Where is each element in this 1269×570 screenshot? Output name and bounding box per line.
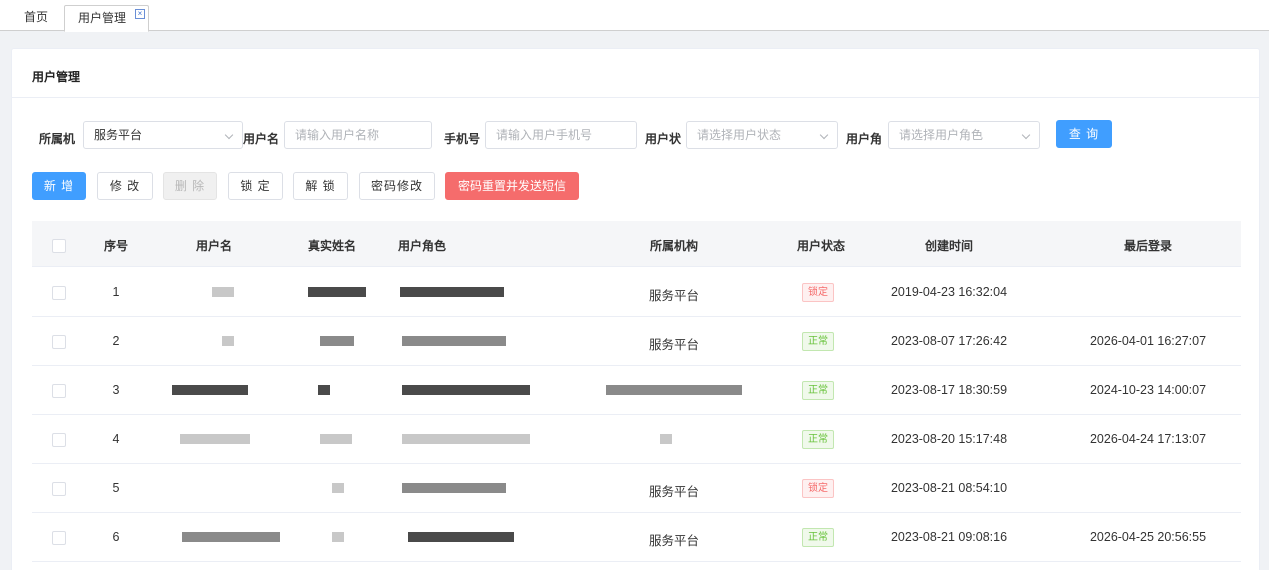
col-index: 序号 [103, 239, 129, 253]
col-lastlogin: 最后登录 [1123, 239, 1173, 253]
phone-input[interactable]: 请输入用户手机号 [485, 121, 637, 149]
role-select-placeholder: 请选择用户角色 [899, 128, 984, 142]
cell-created: 2023-08-07 17:26:42 [890, 334, 1008, 348]
cell-index: 4 [112, 432, 120, 446]
cell-lastlogin: 2026-04-25 20:56:55 [1089, 530, 1207, 544]
col-org: 所属机构 [649, 239, 699, 253]
redacted-role [408, 532, 514, 542]
status-badge: 正常 [802, 381, 834, 400]
org-select-value: 服务平台 [94, 128, 143, 142]
edit-button[interactable]: 修 改 [97, 172, 153, 200]
redacted-realname [320, 336, 354, 346]
cell-org: 服务平台 [648, 338, 700, 352]
status-label: 用户状 [645, 132, 682, 146]
cell-created: 2019-04-23 16:32:04 [890, 285, 1008, 299]
tab-label: 用户管理 [78, 11, 127, 25]
table-row[interactable]: 6 服务平台 正常 2023-08-21 09:08:16 2026-04-25… [32, 513, 1241, 562]
table-row[interactable]: 3 正常 2023-08-17 18:30:59 2024-10-23 14:0… [32, 366, 1241, 415]
table-row[interactable]: 5 服务平台 锁定 2023-08-21 08:54:10 [32, 464, 1241, 513]
col-status: 用户状态 [796, 239, 846, 253]
redacted-username [172, 385, 248, 395]
row-checkbox[interactable] [52, 531, 66, 545]
org-select[interactable]: 服务平台 [83, 121, 243, 149]
role-select[interactable]: 请选择用户角色 [888, 121, 1040, 149]
col-created: 创建时间 [924, 239, 974, 253]
status-badge: 正常 [802, 430, 834, 449]
redacted-realname [318, 385, 330, 395]
chevron-down-icon [224, 130, 234, 140]
tab-user-management[interactable]: 用户管理 × [64, 5, 150, 32]
status-badge: 正常 [802, 528, 834, 547]
row-checkbox[interactable] [52, 433, 66, 447]
cell-lastlogin: 2026-04-24 17:13:07 [1089, 432, 1207, 446]
org-label: 所属机 [39, 132, 76, 146]
redacted-role [402, 336, 506, 346]
redacted-username [182, 532, 280, 542]
cell-created: 2023-08-21 09:08:16 [890, 530, 1008, 544]
table-row[interactable]: 2 服务平台 正常 2023-08-07 17:26:42 2026-04-01… [32, 317, 1241, 366]
row-checkbox[interactable] [52, 286, 66, 300]
lock-button[interactable]: 锁 定 [228, 172, 283, 200]
redacted-username [212, 287, 234, 297]
password-change-button[interactable]: 密码修改 [359, 172, 435, 200]
cell-created: 2023-08-21 08:54:10 [890, 481, 1008, 495]
col-username: 用户名 [195, 239, 233, 253]
redacted-username [180, 434, 250, 444]
username-label: 用户名 [243, 132, 280, 146]
status-badge: 锁定 [802, 283, 834, 302]
table-header: 序号 用户名 真实姓名 用户角色 所属机构 用户状态 创建时间 最后登录 [32, 221, 1241, 267]
tab-bar: 首页 用户管理 × [0, 0, 1269, 32]
cell-org: 服务平台 [648, 534, 700, 548]
status-select[interactable]: 请选择用户状态 [686, 121, 838, 149]
row-checkbox[interactable] [52, 482, 66, 496]
cell-org: 服务平台 [648, 485, 700, 499]
status-badge: 正常 [802, 332, 834, 351]
page-title: 用户管理 [32, 70, 81, 84]
chevron-down-icon [1021, 130, 1031, 140]
cell-lastlogin: 2024-10-23 14:00:07 [1089, 383, 1207, 397]
table-row[interactable]: 1 服务平台 锁定 2019-04-23 16:32:04 [32, 268, 1241, 317]
cell-index: 5 [112, 481, 120, 495]
redacted-realname [332, 532, 344, 542]
close-icon[interactable]: × [135, 9, 146, 19]
status-badge: 锁定 [802, 479, 834, 498]
cell-created: 2023-08-17 18:30:59 [890, 383, 1008, 397]
redacted-role [402, 385, 530, 395]
role-label: 用户角 [846, 132, 883, 146]
delete-button[interactable]: 删 除 [163, 172, 217, 200]
select-all-checkbox[interactable] [52, 239, 66, 253]
unlock-button[interactable]: 解 锁 [293, 172, 348, 200]
redacted-org [660, 434, 672, 444]
query-button[interactable]: 查 询 [1056, 120, 1112, 148]
redacted-role [400, 287, 504, 297]
status-select-placeholder: 请选择用户状态 [697, 128, 782, 142]
content-panel: 用户管理 所属机 服务平台 用户名 请输入用户名称 手机号 请输入用户手机号 用… [11, 48, 1260, 570]
add-button[interactable]: 新 增 [32, 172, 86, 200]
username-input[interactable]: 请输入用户名称 [284, 121, 432, 149]
redacted-realname [332, 483, 344, 493]
redacted-username [222, 336, 234, 346]
row-checkbox[interactable] [52, 335, 66, 349]
reset-password-sms-button[interactable]: 密码重置并发送短信 [445, 172, 579, 200]
row-checkbox[interactable] [52, 384, 66, 398]
phone-label: 手机号 [444, 132, 481, 146]
col-role: 用户角色 [397, 239, 447, 253]
redacted-role [402, 483, 506, 493]
redacted-realname [320, 434, 352, 444]
redacted-realname [308, 287, 366, 297]
cell-index: 6 [112, 530, 120, 544]
cell-index: 1 [112, 285, 120, 299]
cell-created: 2023-08-20 15:17:48 [890, 432, 1008, 446]
divider [12, 97, 1259, 98]
chevron-down-icon [819, 130, 829, 140]
tab-home[interactable]: 首页 [14, 5, 58, 31]
cell-org: 服务平台 [648, 289, 700, 303]
cell-index: 2 [112, 334, 120, 348]
redacted-role [402, 434, 530, 444]
redacted-org [606, 385, 742, 395]
col-realname: 真实姓名 [307, 239, 357, 253]
table-row[interactable]: 4 正常 2023-08-20 15:17:48 2026-04-24 17:1… [32, 415, 1241, 464]
cell-index: 3 [112, 383, 120, 397]
cell-lastlogin: 2026-04-01 16:27:07 [1089, 334, 1207, 348]
